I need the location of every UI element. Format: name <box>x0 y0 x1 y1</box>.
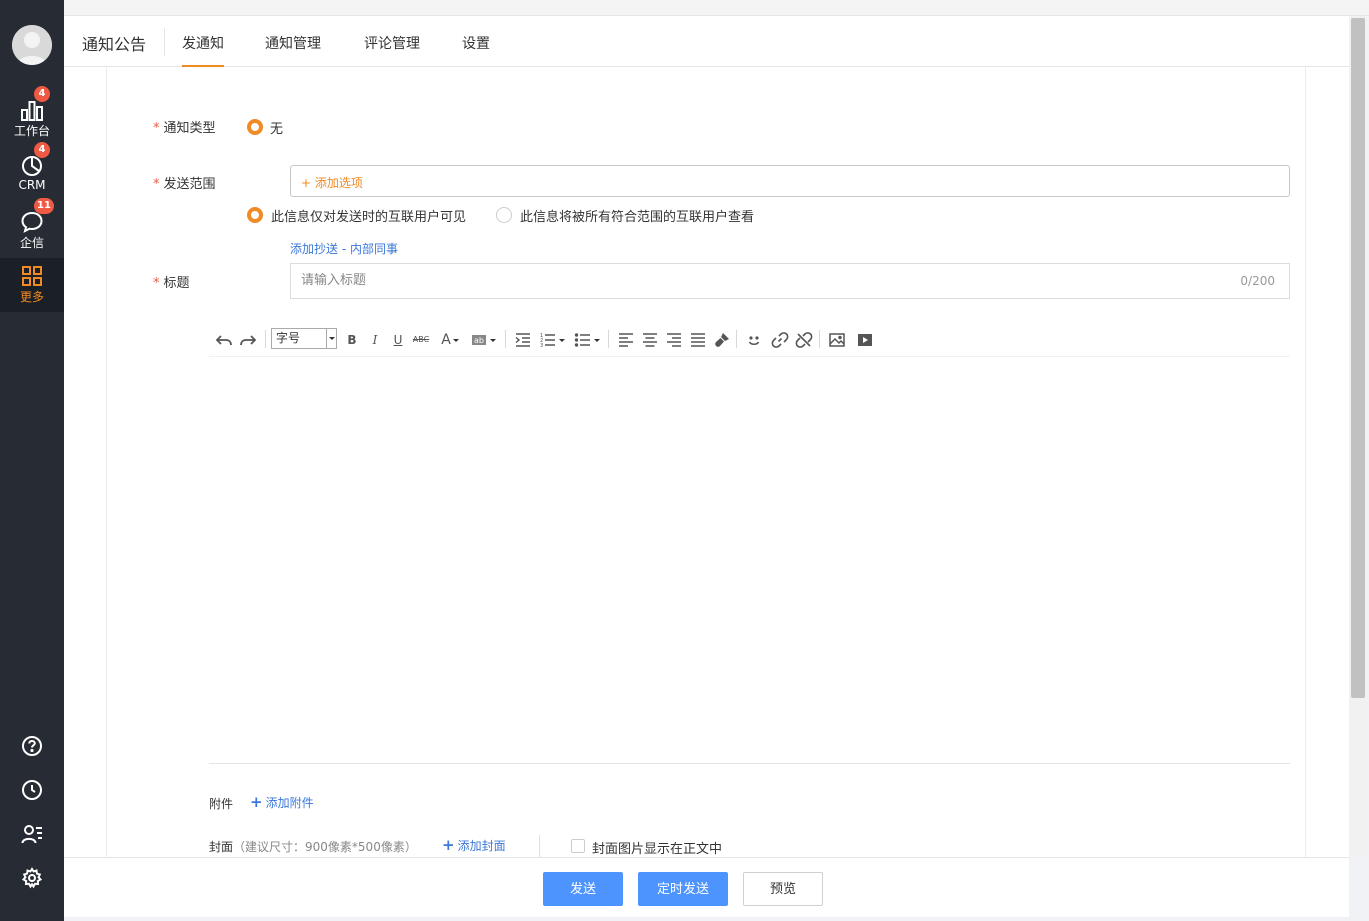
bottom-edge <box>64 917 1369 921</box>
image-icon[interactable] <box>828 331 846 349</box>
visibility-option-send-time: 此信息仅对发送时的互联用户可见 <box>271 210 467 225</box>
cover-divider <box>539 835 540 857</box>
cover-in-body-label: 封面图片显示在正文中 <box>592 842 723 857</box>
italic-icon[interactable]: I <box>366 331 384 349</box>
badge-messages: 11 <box>34 198 54 214</box>
undo-icon[interactable] <box>215 331 233 349</box>
sidebar-item-crm[interactable]: 4 CRM <box>0 142 64 202</box>
align-justify-icon[interactable] <box>689 331 707 349</box>
format-brush-icon[interactable] <box>713 331 731 349</box>
highlight-color-icon[interactable]: ab <box>470 331 488 349</box>
title-label: * 标题 <box>153 276 190 291</box>
unordered-list-icon[interactable] <box>574 331 592 349</box>
scrollbar[interactable] <box>1349 16 1367 857</box>
badge-workbench: 4 <box>34 86 50 102</box>
tab-settings[interactable]: 设置 <box>462 33 490 67</box>
send-button[interactable]: 发送 <box>543 872 623 906</box>
add-option-link[interactable]: + 添加选项 <box>301 174 363 191</box>
toolbar-divider <box>736 330 737 348</box>
top-strip <box>64 0 1369 16</box>
avatar[interactable] <box>12 25 52 65</box>
toolbar-divider <box>608 330 609 348</box>
scope-selector[interactable]: + 添加选项 <box>290 165 1290 197</box>
add-cc-link[interactable]: 添加抄送 - 内部同事 <box>290 240 398 257</box>
preview-button[interactable]: 预览 <box>743 872 823 906</box>
redo-icon[interactable] <box>239 331 257 349</box>
contacts-icon[interactable] <box>21 823 43 845</box>
svg-text:ab: ab <box>474 336 484 345</box>
form-panel: * 通知类型 无 * 发送范围 + 添加选项 此信息仅对发送时的互联用户可见 此信息… <box>106 67 1306 857</box>
badge-crm: 4 <box>34 142 50 158</box>
schedule-send-button[interactable]: 定时发送 <box>638 872 728 906</box>
indent-icon[interactable] <box>514 331 532 349</box>
notice-type-option-label: 无 <box>270 122 284 137</box>
align-center-icon[interactable] <box>641 331 659 349</box>
emoji-icon[interactable] <box>745 331 763 349</box>
sidebar-item-label: CRM <box>18 178 46 192</box>
sidebar-item-more[interactable]: 更多 <box>0 258 64 312</box>
attachment-label: 附件 <box>209 797 234 811</box>
chevron-down-icon <box>326 329 336 348</box>
align-right-icon[interactable] <box>665 331 683 349</box>
notice-type-label: * 通知类型 <box>153 121 216 136</box>
tab-send-notice[interactable]: 发通知 <box>182 33 224 67</box>
visibility-radio-send-time[interactable] <box>247 207 263 223</box>
header: 通知公告 发通知 通知管理 评论管理 设置 <box>64 16 1349 67</box>
cover-in-body-checkbox[interactable] <box>571 839 585 853</box>
header-divider <box>164 28 165 56</box>
link-icon[interactable] <box>771 331 789 349</box>
sidebar-item-label: 企信 <box>19 236 44 250</box>
toolbar-divider <box>265 330 266 348</box>
scope-label: * 发送范围 <box>153 177 216 192</box>
editor-area-bottom-border <box>209 763 1290 764</box>
title-input[interactable] <box>301 273 1201 288</box>
sidebar: 4 工作台 4 CRM 11 企信 更多 <box>0 0 64 921</box>
font-size-select[interactable]: 字号 <box>271 328 337 349</box>
ordered-list-icon[interactable]: 123 <box>539 331 557 349</box>
chevron-down-icon[interactable] <box>451 331 461 349</box>
video-icon[interactable] <box>856 331 874 349</box>
grid-icon <box>20 264 44 288</box>
plus-icon: + <box>442 836 455 854</box>
bold-icon[interactable]: B <box>343 331 361 349</box>
add-cover-link[interactable]: + 添加封面 <box>442 836 506 854</box>
sidebar-item-workbench[interactable]: 4 工作台 <box>0 86 64 146</box>
notice-type-radio[interactable] <box>247 119 263 135</box>
cover-label: 封面（建议尺寸：900像素*500像素） <box>209 840 417 854</box>
underline-icon[interactable]: U <box>389 331 407 349</box>
tab-notice-management[interactable]: 通知管理 <box>265 33 321 67</box>
unlink-icon[interactable] <box>795 331 813 349</box>
plus-icon: + <box>250 793 263 811</box>
sidebar-item-label: 工作台 <box>13 124 50 138</box>
clock-icon[interactable] <box>21 779 43 801</box>
required-marker: * <box>153 177 160 192</box>
title-char-count: 0/200 <box>1240 274 1275 288</box>
visibility-radio-all[interactable] <box>496 207 512 223</box>
visibility-option-all: 此信息将被所有符合范围的互联用户查看 <box>520 210 755 225</box>
scrollbar-thumb[interactable] <box>1351 18 1365 698</box>
footer-action-bar: 发送 定时发送 预览 <box>64 857 1349 917</box>
title-field[interactable]: 0/200 <box>290 263 1290 299</box>
toolbar-divider <box>819 330 820 348</box>
tab-comment-management[interactable]: 评论管理 <box>364 33 420 67</box>
chevron-down-icon[interactable] <box>592 331 602 349</box>
add-attachment-link[interactable]: + 添加附件 <box>250 793 314 811</box>
main-content: * 通知类型 无 * 发送范围 + 添加选项 此信息仅对发送时的互联用户可见 此信息… <box>64 67 1349 857</box>
chevron-down-icon[interactable] <box>557 331 567 349</box>
required-marker: * <box>153 276 160 291</box>
editor-toolbar: 字号 B I U ABC A ab 123 <box>209 325 1290 357</box>
sidebar-item-messages[interactable]: 11 企信 <box>0 198 64 258</box>
gear-icon[interactable] <box>21 867 43 889</box>
svg-text:3: 3 <box>540 343 543 349</box>
sidebar-item-label: 更多 <box>19 290 44 304</box>
strikethrough-icon[interactable]: ABC <box>412 331 430 349</box>
help-icon[interactable] <box>21 735 43 757</box>
align-left-icon[interactable] <box>617 331 635 349</box>
chevron-down-icon[interactable] <box>488 331 498 349</box>
toolbar-divider <box>505 330 506 348</box>
required-marker: * <box>153 121 160 136</box>
page-title: 通知公告 <box>82 35 147 54</box>
